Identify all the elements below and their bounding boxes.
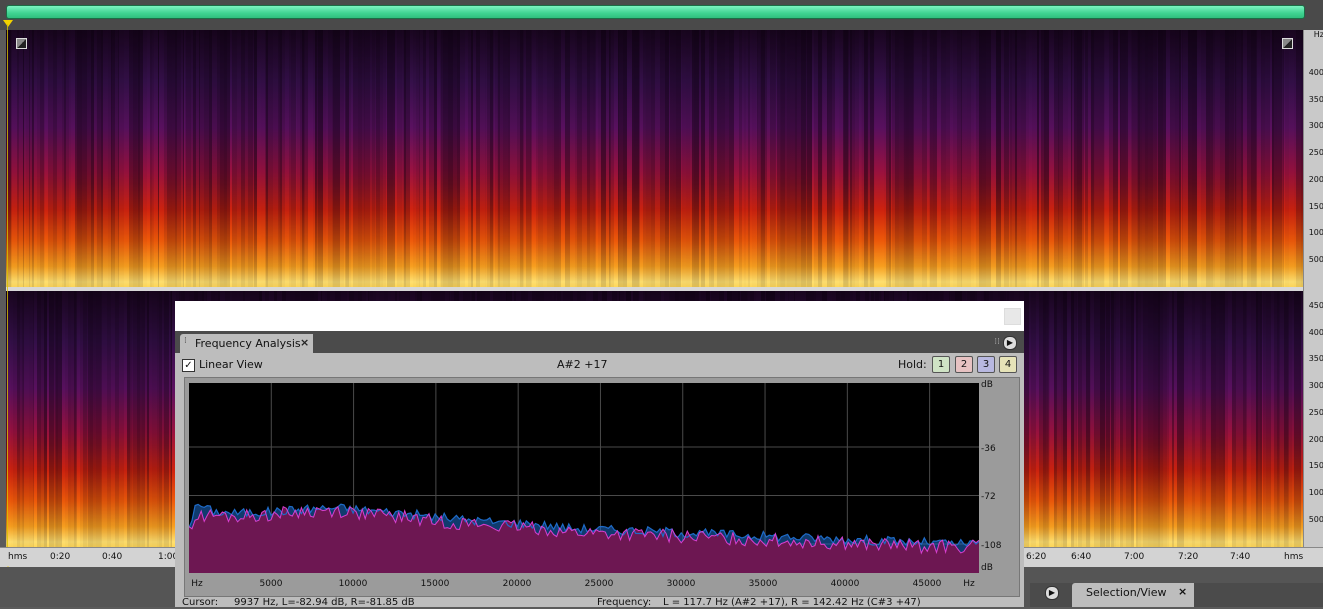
zoom-corner-right-icon[interactable]: [1282, 38, 1293, 49]
y-tick-label: -72: [981, 492, 996, 502]
frequency-tick-label: 500: [1308, 514, 1323, 524]
y-tick-label: -108: [981, 541, 1002, 551]
status-bar: Cursor: 9937 Hz, L=-82.94 dB, R=-81.85 d…: [175, 597, 1024, 609]
x-tick-label: 25000: [584, 579, 614, 589]
frequency-label: Frequency:: [597, 597, 652, 608]
time-tick-label: 7:40: [1230, 552, 1251, 562]
playhead-line: [7, 24, 8, 569]
frequency-tick-label: 250: [1308, 407, 1323, 417]
tab-frequency-analysis[interactable]: ⁞ Frequency Analysis ×: [180, 334, 313, 353]
tab-grip-icon[interactable]: ⁞: [184, 337, 190, 348]
panel-tab-strip: ⁞ Frequency Analysis × ⁞⁞ ▶: [175, 331, 1024, 353]
hold-button-3[interactable]: 3: [977, 356, 995, 373]
linear-view-checkbox[interactable]: ✓: [182, 359, 195, 372]
note-readout: A#2 +17: [557, 358, 608, 371]
frequency-tick-label: 500: [1308, 254, 1323, 264]
frequency-tick-label: 100: [1308, 228, 1323, 238]
time-unit-label: hms: [8, 552, 28, 562]
frequency-tick-label: 300: [1308, 381, 1323, 391]
x-tick-label: 40000: [830, 579, 860, 589]
x-tick-label: 5000: [259, 579, 283, 589]
time-unit-label-right: hms: [1284, 552, 1304, 562]
selection-view-tab-strip: ▶ Selection/View ×: [1030, 583, 1323, 607]
frequency-readout: L = 117.7 Hz (A#2 +17), R = 142.42 Hz (C…: [663, 597, 921, 608]
cursor-readout: 9937 Hz, L=-82.94 dB, R=-81.85 dB: [234, 597, 415, 608]
x-tick-label: 10000: [338, 579, 368, 589]
frequency-tick-label: 250: [1308, 148, 1323, 158]
spectrogram-left-channel[interactable]: [6, 30, 1303, 287]
x-tick-label: Hz: [963, 579, 975, 589]
tab-label: Frequency Analysis: [195, 337, 301, 350]
time-tick-label: 7:20: [1178, 552, 1199, 562]
hold-label: Hold:: [898, 358, 927, 371]
spectral-time-stripes: [6, 30, 1303, 287]
hold-button-1[interactable]: 1: [932, 356, 950, 373]
y-unit-label-top: dB: [981, 380, 993, 390]
zoom-corner-left-icon[interactable]: [16, 38, 27, 49]
frequency-tick-label: 200: [1308, 434, 1323, 444]
waveform-overview-bar[interactable]: [6, 5, 1305, 19]
frequency-tick-label: 100: [1308, 487, 1323, 497]
frequency-tick-label: 350: [1308, 94, 1323, 104]
frequency-unit-label: Hz: [1313, 30, 1323, 39]
x-tick-label: 15000: [420, 579, 450, 589]
frequency-tick-label: 350: [1308, 354, 1323, 364]
frequency-tick-label: 200: [1308, 174, 1323, 184]
frequency-spectrum-plot[interactable]: [189, 383, 979, 573]
panel-menu-icon[interactable]: ▶: [1045, 586, 1059, 600]
frequency-tick-label: 400: [1308, 68, 1323, 77]
panel-grip-icon[interactable]: ⁞⁞: [994, 337, 1000, 347]
panel-menu-icon[interactable]: ▶: [1003, 336, 1017, 350]
close-icon[interactable]: ×: [300, 336, 309, 349]
panel-minimize-button[interactable]: [1004, 308, 1021, 325]
close-icon[interactable]: ×: [1178, 585, 1187, 598]
frequency-ruler[interactable]: Hz 400 350 300 250 200 150 100 500 450 400 350 300 2…: [1303, 30, 1323, 547]
time-tick-label: 6:40: [1071, 552, 1092, 562]
x-tick-label: Hz: [191, 579, 203, 589]
time-tick-label: 0:40: [102, 552, 123, 562]
cursor-label: Cursor:: [182, 597, 219, 608]
y-unit-label-bottom: dB: [981, 563, 993, 573]
x-tick-label: 30000: [666, 579, 696, 589]
time-tick-label: 0:20: [50, 552, 71, 562]
hold-button-2[interactable]: 2: [955, 356, 973, 373]
y-tick-label: -36: [981, 444, 996, 454]
linear-view-label: Linear View: [199, 358, 263, 371]
frequency-tick-label: 450: [1308, 301, 1323, 310]
x-tick-label: 20000: [502, 579, 532, 589]
time-tick-label: 7:00: [1124, 552, 1145, 562]
x-tick-label: 35000: [748, 579, 778, 589]
time-tick-label: 6:20: [1026, 552, 1047, 562]
tab-label: Selection/View: [1086, 586, 1167, 599]
frequency-tick-label: 150: [1308, 201, 1323, 211]
frequency-tick-label: 400: [1308, 327, 1323, 337]
frequency-analysis-panel: ⁞ Frequency Analysis × ⁞⁞ ▶ ✓ Linear Vie…: [175, 301, 1024, 609]
playhead-start-marker[interactable]: [3, 20, 13, 27]
hold-button-4[interactable]: 4: [999, 356, 1017, 373]
frequency-tick-label: 150: [1308, 461, 1323, 471]
frequency-analysis-toolbar: ✓ Linear View A#2 +17 Hold: 1 2 3 4: [175, 353, 1024, 377]
tab-selection-view[interactable]: Selection/View ×: [1072, 583, 1194, 607]
overview-bar-area: [0, 0, 1323, 30]
x-tick-label: 45000: [912, 579, 942, 589]
frequency-tick-label: 300: [1308, 121, 1323, 131]
panel-header-blank: [175, 301, 1024, 331]
